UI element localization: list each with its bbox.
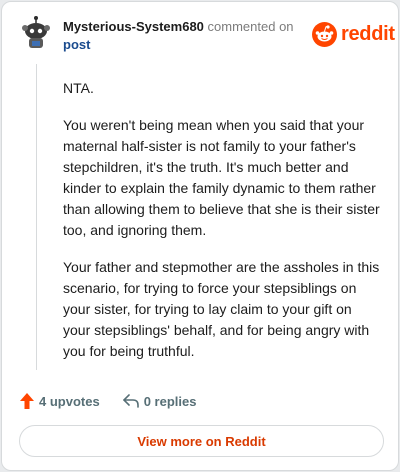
reply-button[interactable]: 0 replies [122,393,197,409]
view-more-button[interactable]: View more on Reddit [19,425,384,457]
comment-card: Mysterious-System680 commented on post r… [1,1,399,471]
upvote-count: 4 upvotes [39,393,100,409]
reply-count: 0 replies [143,393,197,409]
comment-header: Mysterious-System680 commented on post [63,18,303,54]
post-link[interactable]: post [63,37,90,52]
snoo-avatar-icon [19,15,53,49]
comment-paragraph: NTA. [63,80,94,96]
commented-on-text: commented on [207,19,294,34]
username-link[interactable]: Mysterious-System680 [63,19,204,34]
comment-paragraph: Your father and stepmother are the assho… [63,259,380,359]
comment-actions: 4 upvotes 0 replies [19,390,218,412]
comment-body: NTA. You weren't being mean when you sai… [63,78,381,378]
upvote-arrow-icon [20,393,34,409]
comment-paragraph: You weren't being mean when you said tha… [63,117,380,238]
reddit-wordmark: reddit [341,22,395,45]
reply-arrow-icon [122,394,139,408]
thread-line[interactable] [36,64,37,370]
user-avatar[interactable] [19,15,53,49]
reddit-logo[interactable]: reddit [312,21,395,47]
reddit-snoo-icon [312,21,337,47]
upvote-button[interactable]: 4 upvotes [19,392,100,410]
